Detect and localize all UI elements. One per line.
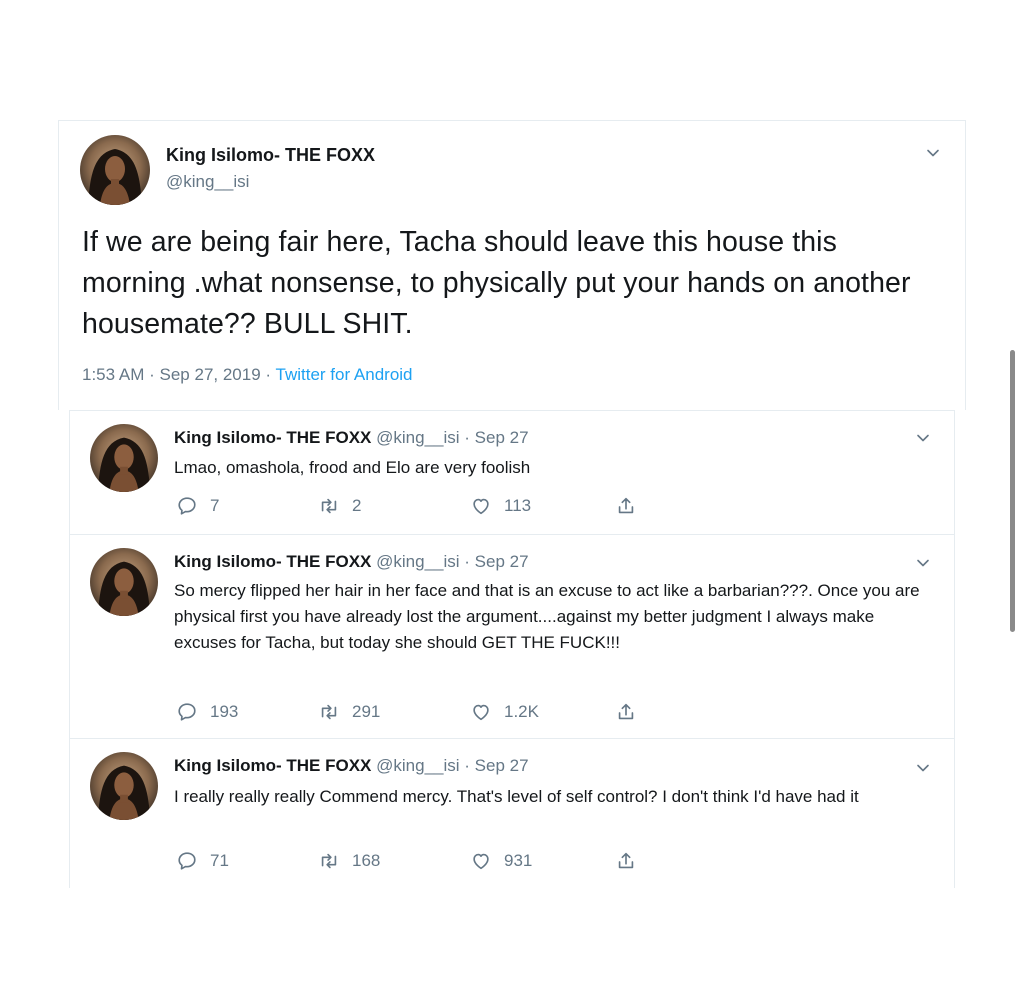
retweet-button[interactable]: 2 [318, 495, 361, 517]
chevron-down-icon[interactable] [925, 145, 941, 161]
reply-button[interactable]: 7 [176, 495, 219, 517]
avatar-image [90, 752, 158, 820]
like-button[interactable]: 113 [470, 495, 531, 517]
reply-header: King Isilomo- THE FOXX @king__isi · Sep … [174, 428, 529, 448]
share-icon [615, 701, 637, 723]
tweet-meta: 1:53 AM · Sep 27, 2019 · Twitter for And… [82, 365, 413, 385]
reply-text: Lmao, omashola, frood and Elo are very f… [174, 458, 531, 477]
retweet-icon [318, 850, 340, 872]
retweet-count: 2 [352, 496, 362, 515]
meta-separator: · [265, 365, 272, 384]
like-count: 1.2K [504, 702, 539, 721]
reply-button[interactable]: 193 [176, 701, 238, 723]
heart-icon [470, 701, 492, 723]
heart-icon [470, 850, 492, 872]
avatar-image [90, 548, 158, 616]
meta-separator: · [149, 365, 155, 384]
reply-icon [176, 701, 198, 723]
reply-text: I really really really Commend mercy. Th… [174, 787, 859, 806]
reply-text: So mercy flipped her hair in her face an… [174, 581, 920, 652]
reply-meta[interactable]: @king__isi · Sep 27 [376, 428, 528, 447]
tweet-text: If we are being fair here, Tacha should … [82, 226, 911, 340]
reply-header: King Isilomo- THE FOXX @king__isi · Sep … [174, 756, 529, 776]
chevron-down-icon[interactable] [915, 760, 931, 776]
reply-count: 71 [210, 851, 229, 870]
display-name[interactable]: King Isilomo- THE FOXX [166, 145, 375, 166]
avatar[interactable] [80, 135, 150, 205]
share-button[interactable] [615, 850, 649, 872]
display-name[interactable]: King Isilomo- THE FOXX [174, 756, 371, 775]
tweet-source-link[interactable]: Twitter for Android [276, 365, 413, 384]
reply-meta[interactable]: @king__isi · Sep 27 [376, 756, 528, 775]
display-name[interactable]: King Isilomo- THE FOXX [174, 428, 371, 447]
display-name[interactable]: King Isilomo- THE FOXX [174, 552, 371, 571]
like-count: 931 [504, 851, 533, 870]
share-button[interactable] [615, 495, 649, 517]
avatar-image [80, 135, 150, 205]
retweet-count: 291 [352, 702, 381, 721]
reply-button[interactable]: 71 [176, 850, 229, 872]
retweet-icon [318, 701, 340, 723]
tweet-date[interactable]: Sep 27, 2019 [160, 365, 261, 384]
retweet-button[interactable]: 168 [318, 850, 380, 872]
share-icon [615, 495, 637, 517]
retweet-icon [318, 495, 340, 517]
reply-header: King Isilomo- THE FOXX @king__isi · Sep … [174, 552, 529, 572]
scrollbar[interactable] [1010, 350, 1015, 632]
reply-meta[interactable]: @king__isi · Sep 27 [376, 552, 528, 571]
retweet-count: 168 [352, 851, 381, 870]
heart-icon [470, 495, 492, 517]
reply-icon [176, 850, 198, 872]
avatar-image [90, 424, 158, 492]
avatar[interactable] [90, 548, 158, 616]
like-button[interactable]: 1.2K [470, 701, 539, 723]
like-count: 113 [504, 496, 532, 515]
reply-icon [176, 495, 198, 517]
reply-count: 193 [210, 702, 239, 721]
chevron-down-icon[interactable] [915, 430, 931, 446]
user-handle[interactable]: @king__isi [166, 172, 249, 192]
chevron-down-icon[interactable] [915, 555, 931, 571]
share-icon [615, 850, 637, 872]
like-button[interactable]: 931 [470, 850, 532, 872]
retweet-button[interactable]: 291 [318, 701, 380, 723]
reply-count: 7 [210, 496, 220, 515]
avatar[interactable] [90, 424, 158, 492]
avatar[interactable] [90, 752, 158, 820]
share-button[interactable] [615, 701, 649, 723]
tweet-time: 1:53 AM [82, 365, 145, 384]
